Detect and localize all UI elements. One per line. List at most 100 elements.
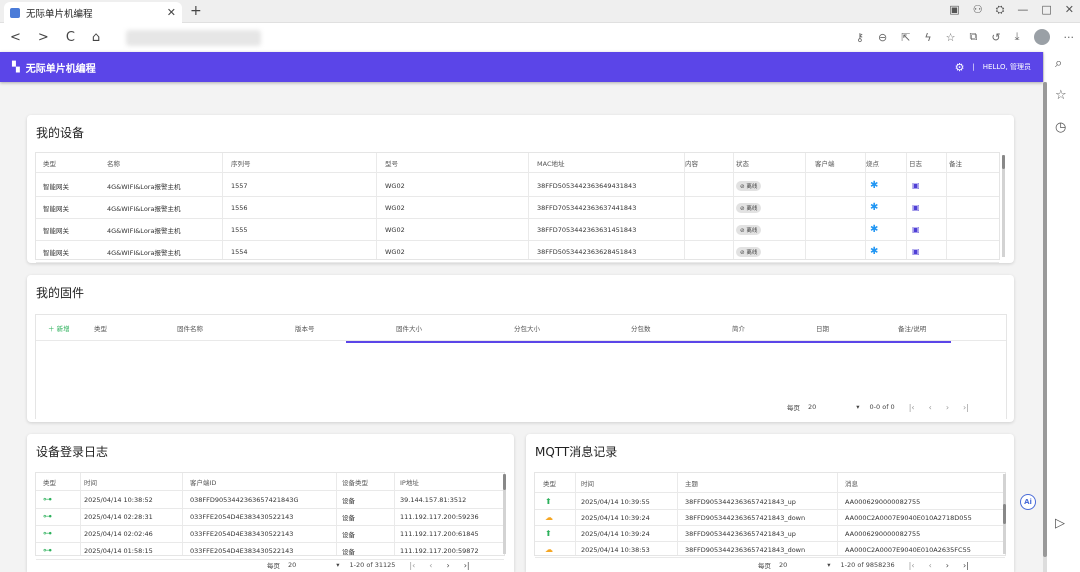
back-icon[interactable]: < (10, 30, 21, 45)
table-row[interactable]: 智能网关 4G&WIFI&Lora报警主机 1557 WG02 38FFD5053442… (36, 175, 999, 197)
copilot-icon[interactable]: ⚇ (973, 3, 983, 17)
url-field[interactable] (126, 29, 261, 46)
calendar-icon[interactable]: ▣ (912, 247, 920, 256)
table-row[interactable]: ⬆ 2025/04/14 10:39:24 38FFD905344236365742… (535, 526, 1005, 542)
favorites-icon[interactable]: ☆ (1055, 88, 1067, 103)
asterisk-icon[interactable]: ✱ (870, 224, 878, 235)
extensions-icon[interactable]: ⛭ (996, 3, 1005, 17)
prev-page-icon[interactable]: ‹ (929, 403, 932, 412)
first-page-icon[interactable]: |‹ (909, 561, 915, 570)
rows-per-page-select[interactable]: 20 (288, 561, 296, 569)
ai-badge-icon[interactable]: Ai (1020, 494, 1036, 510)
key-icon[interactable]: ⚷ (856, 31, 864, 44)
column-header[interactable]: 备注 (949, 153, 989, 172)
rows-per-page-select[interactable]: 20 (779, 561, 787, 569)
table-row[interactable]: ⊶ 2025/04/14 01:58:15 033FFE2054D4E3834305… (36, 543, 504, 560)
calendar-icon[interactable]: ▣ (912, 225, 920, 234)
table-row[interactable]: 智能网关 4G&WIFI&Lora报警主机 1556 WG02 38FFD7053442… (36, 197, 999, 219)
asterisk-icon[interactable]: ✱ (870, 180, 878, 191)
column-header[interactable]: 时间 (581, 473, 681, 492)
more-icon[interactable]: ··· (1064, 31, 1075, 44)
profile-avatar[interactable] (1033, 29, 1050, 45)
home-icon[interactable]: ⌂ (92, 30, 100, 45)
split-icon[interactable]: ⧉ (970, 30, 978, 44)
table-row[interactable]: 智能网关 4G&WIFI&Lora报警主机 1554 WG02 38FFD5053442… (36, 241, 999, 263)
expand-sidebar-icon[interactable]: ▷ (1055, 516, 1065, 531)
browser-tab[interactable]: 无际单片机编程 ✕ (4, 2, 182, 23)
column-header[interactable]: 类型 (543, 473, 578, 492)
table-row[interactable]: ⊶ 2025/04/14 02:28:31 033FFE2054D4E3834305… (36, 509, 504, 526)
rows-per-page-select[interactable]: 20 (808, 403, 816, 411)
download-icon[interactable]: ⤓ (1015, 30, 1020, 44)
column-header[interactable]: 时间 (84, 473, 184, 490)
prev-page-icon[interactable]: ‹ (429, 561, 432, 570)
column-header[interactable]: 分包大小 (514, 315, 614, 340)
column-header[interactable]: 烧点 (866, 153, 906, 172)
table-row[interactable]: ⊶ 2025/04/14 10:38:52 038FFD90534423636574… (36, 492, 504, 509)
history-icon[interactable]: ◷ (1055, 120, 1066, 135)
calendar-icon[interactable]: ▣ (912, 181, 920, 190)
zoom-icon[interactable]: ⊖ (878, 31, 887, 44)
last-page-icon[interactable]: ›| (464, 561, 470, 570)
share-icon[interactable]: ⇱ (901, 31, 910, 44)
last-page-icon[interactable]: ›| (963, 561, 969, 570)
asterisk-icon[interactable]: ✱ (870, 246, 878, 257)
table-row[interactable]: ☁ 2025/04/14 10:39:24 38FFD905344236365742… (535, 510, 1005, 526)
page-scrollbar[interactable] (1043, 82, 1047, 572)
asterisk-icon[interactable]: ✱ (870, 202, 878, 213)
column-header[interactable]: 序列号 (231, 153, 381, 172)
new-tab-icon[interactable]: + (190, 3, 202, 19)
chevron-down-icon[interactable]: ▾ (827, 561, 830, 569)
next-page-icon[interactable]: › (446, 561, 449, 570)
column-header[interactable]: 状态 (736, 153, 811, 172)
column-header[interactable]: 固件大小 (396, 315, 496, 340)
column-header[interactable]: 固件名称 (177, 315, 277, 340)
login-log-scrollbar[interactable] (503, 474, 506, 554)
chevron-down-icon[interactable]: ▾ (856, 403, 859, 411)
column-header[interactable]: 内容 (685, 153, 733, 172)
reload-icon[interactable]: C (66, 30, 75, 45)
reading-icon[interactable]: ▣ (949, 3, 959, 17)
column-header[interactable]: 日志 (909, 153, 947, 172)
user-greeting[interactable]: HELLO, 管理员 (983, 62, 1031, 72)
calendar-icon[interactable]: ▣ (912, 203, 920, 212)
column-header[interactable]: MAC地址 (537, 153, 682, 172)
column-header[interactable]: 型号 (385, 153, 535, 172)
column-header[interactable]: 备注/说明 (898, 315, 998, 340)
next-page-icon[interactable]: › (946, 403, 949, 412)
gear-icon[interactable]: ⚙ (955, 61, 965, 74)
chevron-down-icon[interactable]: ▾ (336, 561, 339, 569)
first-page-icon[interactable]: |‹ (409, 561, 415, 570)
search-icon[interactable]: ⌕ (1055, 56, 1062, 71)
undo-icon[interactable]: ↺ (991, 31, 1000, 44)
table-row[interactable]: 智能网关 4G&WIFI&Lora报警主机 1555 WG02 38FFD7053442… (36, 219, 999, 241)
forward-icon[interactable]: > (38, 30, 49, 45)
devices-scrollbar[interactable] (1002, 155, 1005, 257)
column-header[interactable]: IP地址 (400, 473, 500, 490)
column-header[interactable]: 客户端ID (190, 473, 340, 490)
tab-close-icon[interactable]: ✕ (167, 6, 176, 19)
maximize-icon[interactable]: □ (1041, 3, 1051, 17)
column-header[interactable]: 类型 (43, 153, 103, 172)
column-header[interactable]: 消息 (845, 473, 995, 492)
column-header[interactable]: 名称 (107, 153, 227, 172)
first-page-icon[interactable]: |‹ (909, 403, 915, 412)
column-header[interactable]: 分包数 (631, 315, 731, 340)
column-header[interactable]: 主题 (685, 473, 843, 492)
prev-page-icon[interactable]: ‹ (929, 561, 932, 570)
table-row[interactable]: ☁ 2025/04/14 10:38:53 38FFD905344236365742… (535, 542, 1005, 558)
mqtt-scrollbar[interactable] (1003, 474, 1006, 554)
table-row[interactable]: ⬆ 2025/04/14 10:39:55 38FFD905344236365742… (535, 494, 1005, 510)
column-header[interactable]: 类型 (43, 473, 81, 490)
minimize-icon[interactable]: — (1017, 3, 1028, 17)
last-page-icon[interactable]: ›| (963, 403, 969, 412)
star-icon[interactable]: ☆ (946, 31, 956, 44)
column-header[interactable]: 设备类型 (342, 473, 397, 490)
add-firmware-button[interactable]: ＋ 新增 (48, 315, 88, 340)
bolt-icon[interactable]: ϟ (924, 31, 931, 44)
next-page-icon[interactable]: › (946, 561, 949, 570)
column-header[interactable]: 客户端 (815, 153, 863, 172)
column-header[interactable]: 版本号 (295, 315, 395, 340)
close-window-icon[interactable]: ✕ (1065, 3, 1074, 17)
table-row[interactable]: ⊶ 2025/04/14 02:02:46 033FFE2054D4E3834305… (36, 526, 504, 543)
